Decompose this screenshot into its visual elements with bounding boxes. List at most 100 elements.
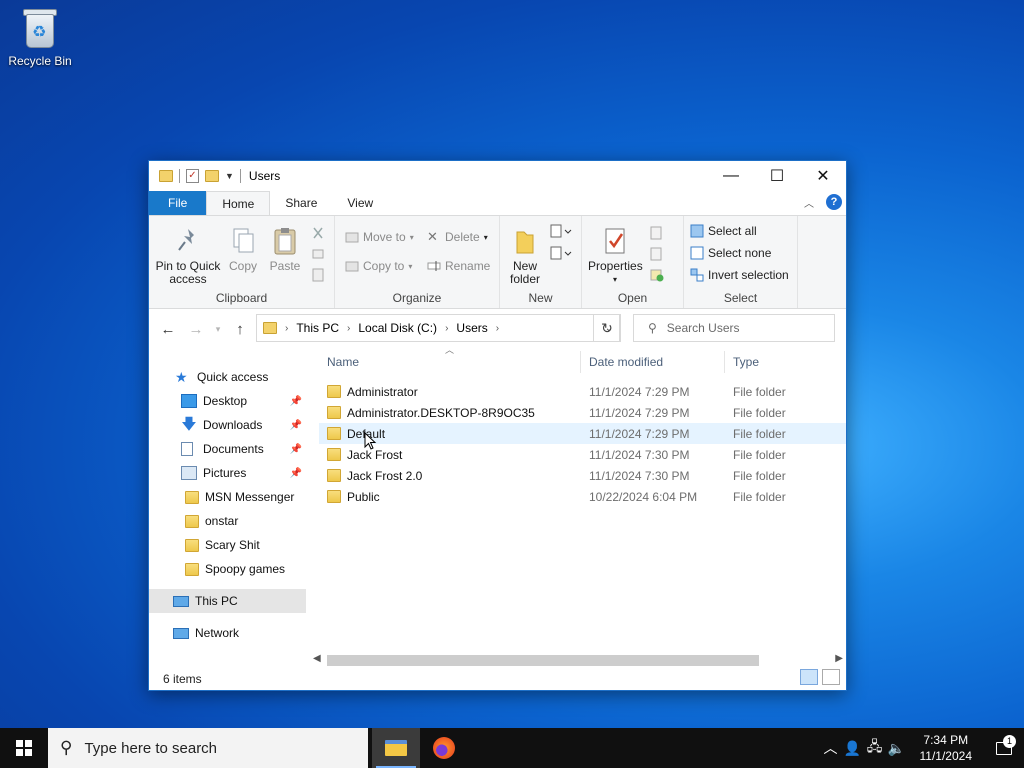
- refresh-button[interactable]: ↻: [593, 314, 621, 342]
- tab-share[interactable]: Share: [270, 191, 332, 215]
- paste-button[interactable]: Paste: [267, 226, 303, 273]
- close-button[interactable]: ✕: [800, 161, 846, 191]
- volume-icon[interactable]: 🔈: [886, 740, 908, 757]
- select-all-button[interactable]: Select all: [690, 224, 757, 238]
- clock[interactable]: 7:34 PM 11/1/2024: [908, 732, 985, 764]
- search-icon: ⚲: [648, 321, 657, 335]
- properties-button[interactable]: Properties ▾: [588, 226, 643, 286]
- taskbar-search-input[interactable]: ⚲ Type here to search: [48, 728, 368, 768]
- new-item-icon[interactable]: [550, 224, 572, 238]
- recycle-bin-shortcut[interactable]: ♻ Recycle Bin: [6, 6, 74, 68]
- nav-quick-access[interactable]: ★ Quick access: [149, 365, 306, 389]
- column-type[interactable]: Type: [725, 351, 846, 373]
- network-icon[interactable]: 🖧: [864, 736, 886, 760]
- forward-arrow-icon[interactable]: →: [185, 321, 207, 338]
- horizontal-scrollbar[interactable]: ◀ ▶: [309, 652, 846, 668]
- file-explorer-icon: [385, 740, 407, 756]
- search-input[interactable]: ⚲ Search Users: [633, 314, 835, 342]
- nav-onstar[interactable]: onstar: [149, 509, 306, 533]
- column-date-modified[interactable]: Date modified: [581, 351, 725, 373]
- pin-icon: 📌: [289, 419, 302, 431]
- firefox-taskbar-button[interactable]: [420, 728, 468, 768]
- details-view-icon[interactable]: [800, 669, 818, 685]
- copy-path-icon[interactable]: [311, 247, 325, 261]
- properties-quick-icon[interactable]: ✓: [186, 169, 199, 183]
- nav-downloads[interactable]: 🡇 Downloads 📌: [149, 413, 306, 437]
- copy-icon: [229, 226, 257, 256]
- copy-to-icon: [345, 259, 359, 273]
- nav-pictures[interactable]: Pictures 📌: [149, 461, 306, 485]
- folder-icon: [185, 562, 199, 576]
- list-item[interactable]: Default 11/1/2024 7:29 PM File folder: [319, 423, 846, 444]
- column-name[interactable]: Name: [319, 351, 581, 373]
- edit-icon[interactable]: [650, 247, 664, 261]
- breadcrumb-local-disk[interactable]: Local Disk (C:): [358, 321, 437, 335]
- address-bar[interactable]: › This PC › Local Disk (C:) › Users › ⌄: [256, 314, 620, 342]
- copy-to-button[interactable]: Copy to ▾: [345, 259, 412, 273]
- open-icon[interactable]: [650, 226, 672, 240]
- new-folder-quick-icon[interactable]: [205, 170, 219, 182]
- nav-desktop[interactable]: Desktop 📌: [149, 389, 306, 413]
- paste-icon: [271, 226, 299, 256]
- paste-shortcut-icon[interactable]: [311, 268, 325, 282]
- nav-spoopy-games[interactable]: Spoopy games: [149, 557, 306, 581]
- collapse-ribbon-chevron-icon[interactable]: ︿: [804, 195, 814, 210]
- clock-date: 11/1/2024: [919, 749, 973, 763]
- folder-icon: [263, 322, 277, 334]
- copy-button[interactable]: Copy: [225, 226, 261, 273]
- select-none-button[interactable]: Select none: [690, 246, 771, 260]
- history-icon[interactable]: [650, 268, 664, 282]
- move-to-button[interactable]: Move to ▾: [345, 230, 414, 244]
- scroll-right-chevron-icon[interactable]: ▶: [835, 653, 843, 664]
- action-center-button[interactable]: 1: [984, 734, 1024, 755]
- open-group: Properties ▾ Open: [582, 216, 684, 308]
- breadcrumb-users[interactable]: Users: [456, 321, 487, 335]
- help-icon[interactable]: ?: [826, 194, 842, 210]
- desktop-icon: [181, 394, 197, 408]
- user-icon[interactable]: 👤: [842, 740, 864, 757]
- large-icons-view-icon[interactable]: [822, 669, 840, 685]
- move-to-icon: [345, 230, 359, 244]
- scroll-left-chevron-icon[interactable]: ◀: [313, 653, 321, 664]
- breadcrumb-this-pc[interactable]: This PC: [296, 321, 339, 335]
- network-icon: [173, 627, 189, 639]
- folder-icon: [185, 538, 199, 552]
- tab-view[interactable]: View: [332, 191, 388, 215]
- tab-home[interactable]: Home: [206, 191, 271, 215]
- cut-icon[interactable]: [311, 226, 325, 240]
- list-item[interactable]: Public 10/22/2024 6:04 PM File folder: [319, 486, 846, 507]
- easy-access-icon[interactable]: [550, 246, 572, 260]
- new-group-label: New: [528, 291, 553, 305]
- file-explorer-taskbar-button[interactable]: [372, 728, 420, 768]
- nav-this-pc[interactable]: This PC: [149, 589, 306, 613]
- customize-toolbar-chevron-icon[interactable]: ▼: [225, 171, 234, 181]
- nav-scary-shit[interactable]: Scary Shit: [149, 533, 306, 557]
- recent-locations-chevron-icon[interactable]: ▾: [213, 324, 223, 335]
- maximize-button[interactable]: ☐: [754, 161, 800, 191]
- rename-button[interactable]: Rename: [427, 259, 490, 273]
- nav-documents[interactable]: Documents 📌: [149, 437, 306, 461]
- open-group-label: Open: [617, 291, 648, 305]
- folder-icon: [327, 406, 341, 419]
- delete-button[interactable]: ✕ Delete ▾: [427, 230, 488, 245]
- invert-selection-button[interactable]: Invert selection: [690, 268, 789, 282]
- list-item[interactable]: Jack Frost 11/1/2024 7:30 PM File folder: [319, 444, 846, 465]
- pin-to-quick-access-button[interactable]: Pin to Quick access: [155, 226, 221, 286]
- new-folder-button[interactable]: New folder: [506, 226, 544, 286]
- show-hidden-icons-chevron-icon[interactable]: ︿: [820, 738, 842, 758]
- pin-icon: [174, 226, 202, 256]
- nav-network[interactable]: Network: [149, 621, 306, 645]
- up-arrow-icon[interactable]: ↑: [229, 321, 251, 338]
- new-folder-icon: [511, 226, 539, 256]
- list-item[interactable]: Jack Frost 2.0 11/1/2024 7:30 PM File fo…: [319, 465, 846, 486]
- tab-file[interactable]: File: [149, 191, 207, 215]
- nav-msn-messenger[interactable]: MSN Messenger: [149, 485, 306, 509]
- minimize-button[interactable]: —: [708, 161, 754, 191]
- pictures-icon: [181, 466, 197, 480]
- back-arrow-icon[interactable]: ←: [157, 321, 179, 338]
- list-item[interactable]: Administrator.DESKTOP-8R9OC35 11/1/2024 …: [319, 402, 846, 423]
- file-explorer-window: ✓ ▼ Users — ☐ ✕ File Home Share View ︿ ?: [148, 160, 847, 691]
- scrollbar-thumb[interactable]: [327, 655, 759, 666]
- start-button[interactable]: [0, 728, 48, 768]
- list-item[interactable]: Administrator 11/1/2024 7:29 PM File fol…: [319, 381, 846, 402]
